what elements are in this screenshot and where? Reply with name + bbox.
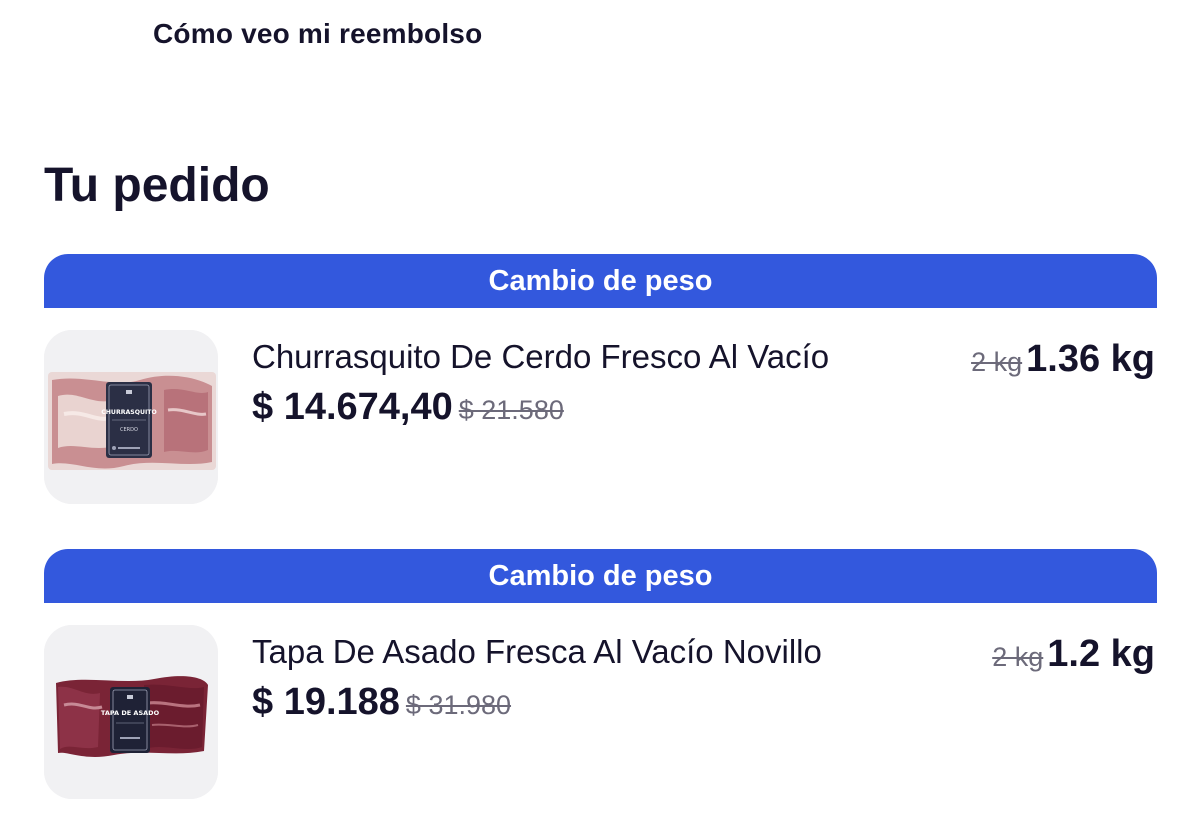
package-label: TAPA DE ASADO [101,709,160,717]
product-price: $ 19.188 [252,681,400,723]
old-weight: 2 kg [992,642,1044,672]
product-image-beef: TAPA DE ASADO [44,625,218,799]
order-item-row: CHURRASQUITO CERDO Churrasquito De Cerdo… [44,308,1157,508]
package-sublabel: CERDO [120,427,138,433]
beef-pack-image: TAPA DE ASADO [44,625,218,799]
order-item[interactable]: Cambio de peso TAPA DE ASADO Tapa De Asa… [44,549,1157,803]
price-line: $ 19.188 $ 31.980 [252,681,511,724]
order-section-title: Tu pedido [44,159,270,212]
order-item-row: TAPA DE ASADO Tapa De Asado Fresca Al Va… [44,603,1157,803]
weight-change-banner: Cambio de peso [44,549,1157,603]
new-weight: 1.2 kg [1047,633,1155,675]
weight-line: 2 kg 1.2 kg [992,633,1155,676]
new-weight: 1.36 kg [1026,338,1155,380]
refund-info-link[interactable]: Cómo veo mi reembolso [153,18,482,50]
product-price: $ 14.674,40 [252,386,453,428]
product-image-pork: CHURRASQUITO CERDO [44,330,218,504]
order-detail-page: Cómo veo mi reembolso Tu pedido Cambio d… [0,0,1200,829]
order-item[interactable]: Cambio de peso CHURRASQUITO CERDO Churra… [44,254,1157,508]
product-name: Churrasquito De Cerdo Fresco Al Vacío [252,338,830,375]
pork-pack-image: CHURRASQUITO CERDO [44,330,218,504]
weight-line: 2 kg 1.36 kg [971,338,1155,381]
old-weight: 2 kg [971,347,1023,377]
price-line: $ 14.674,40 $ 21.580 [252,386,564,429]
package-label: CHURRASQUITO [101,409,157,416]
weight-change-banner: Cambio de peso [44,254,1157,308]
original-price: $ 21.580 [458,395,564,425]
product-name: Tapa De Asado Fresca Al Vacío Novillo [252,633,822,670]
original-price: $ 31.980 [405,690,512,720]
